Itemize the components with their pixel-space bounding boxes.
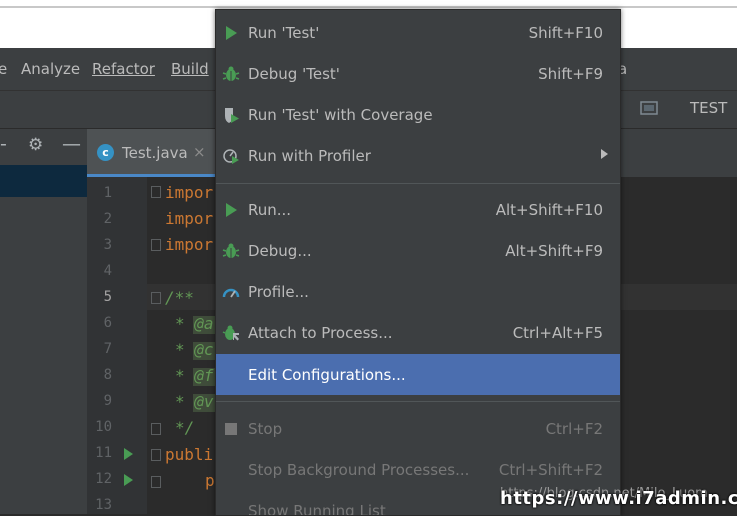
fold-marker-icon[interactable] [151, 186, 161, 198]
code-line: */ [175, 418, 195, 437]
menu-item-analyze[interactable]: Analyze [21, 60, 80, 78]
profile-icon [222, 288, 240, 298]
run-icon [226, 203, 237, 217]
menu-item-attach-to-process[interactable]: Attach to Process... Ctrl+Alt+F5 [216, 312, 620, 353]
menu-item-debug[interactable]: Debug... Alt+Shift+F9 [216, 230, 620, 271]
coverage-icon [225, 108, 239, 123]
code-line: impor [165, 235, 214, 254]
line-number-gutter: 1 2 3 4 5 6 7 8 9 10 11 12 13 [87, 177, 147, 514]
code-line: * @v [175, 392, 214, 411]
run-gutter-icon[interactable] [124, 474, 133, 486]
menu-separator [216, 183, 620, 184]
stop-icon [225, 423, 237, 435]
fold-marker-icon[interactable] [151, 292, 161, 304]
run-gutter-icon[interactable] [124, 448, 133, 460]
code-line: impor [165, 209, 214, 228]
attach-icon [222, 325, 239, 341]
site-watermark: https://www.i7admin.cc [500, 488, 737, 509]
line-number: 2 [103, 211, 112, 227]
menu-item-run[interactable]: Run... Alt+Shift+F10 [216, 189, 620, 230]
debug-icon [222, 66, 240, 81]
run-config-selector[interactable]: TEST [690, 99, 727, 117]
run-icon [226, 26, 237, 40]
menu-item-edit-configurations[interactable]: Edit Configurations... [216, 354, 620, 395]
code-line: impor [165, 183, 214, 202]
fold-marker-icon[interactable] [151, 423, 161, 435]
fold-marker-icon[interactable] [151, 476, 161, 488]
menu-item-debug-test[interactable]: Debug 'Test' Shift+F9 [216, 53, 620, 94]
line-number: 7 [103, 341, 112, 357]
line-number: 3 [103, 237, 112, 253]
tab-test-java[interactable]: c Test.java × [87, 129, 215, 177]
menu-item-run-test[interactable]: Run 'Test' Shift+F10 [216, 12, 620, 53]
debug-icon [222, 243, 240, 258]
close-icon[interactable]: × [193, 143, 206, 161]
menu-item-run-with-profiler[interactable]: Run with Profiler [216, 135, 620, 176]
selected-tree-row[interactable] [0, 165, 87, 197]
menu-item-refactor[interactable]: Refactor [92, 60, 155, 78]
menu-item-view[interactable]: e [0, 60, 7, 78]
java-class-icon: c [97, 144, 114, 161]
line-number: 13 [95, 497, 112, 513]
code-line: publi [165, 445, 214, 464]
menu-item-build[interactable]: Build [171, 60, 209, 78]
line-number: 9 [103, 393, 112, 409]
menu-item-stop[interactable]: Stop Ctrl+F2 [216, 408, 620, 449]
code-line: /** [165, 288, 194, 307]
profiler-icon [223, 149, 239, 164]
line-number: 8 [103, 367, 112, 383]
window-layout-icon[interactable] [640, 99, 658, 117]
menu-separator [216, 401, 620, 402]
hide-panel-icon[interactable]: — [62, 133, 81, 155]
project-tool-window: - ⚙ — [0, 129, 87, 514]
line-number: 1 [103, 185, 112, 201]
fold-marker-icon[interactable] [151, 239, 161, 251]
menu-item-stop-background-processes[interactable]: Stop Background Processes... Ctrl+Shift+… [216, 449, 620, 490]
code-line: * @c [175, 340, 214, 359]
submenu-arrow-icon [601, 149, 608, 159]
line-number: 10 [95, 419, 112, 435]
line-number: 4 [103, 263, 112, 279]
tab-label: Test.java [122, 144, 188, 162]
line-number: 12 [95, 471, 112, 487]
collapse-icon[interactable]: - [0, 133, 7, 155]
line-number: 6 [103, 315, 112, 331]
code-line: * @a [175, 314, 214, 333]
line-number: 11 [95, 445, 112, 461]
gear-icon[interactable]: ⚙ [28, 135, 43, 155]
code-line: * @f [175, 366, 214, 385]
menu-item-profile[interactable]: Profile... [216, 271, 620, 312]
run-context-menu: Run 'Test' Shift+F10 Debug 'Test' Shift+… [215, 9, 621, 516]
code-line: p [205, 471, 215, 490]
fold-marker-icon[interactable] [151, 449, 161, 461]
line-number: 5 [103, 289, 112, 305]
menu-item-run-with-coverage[interactable]: Run 'Test' with Coverage [216, 94, 620, 135]
